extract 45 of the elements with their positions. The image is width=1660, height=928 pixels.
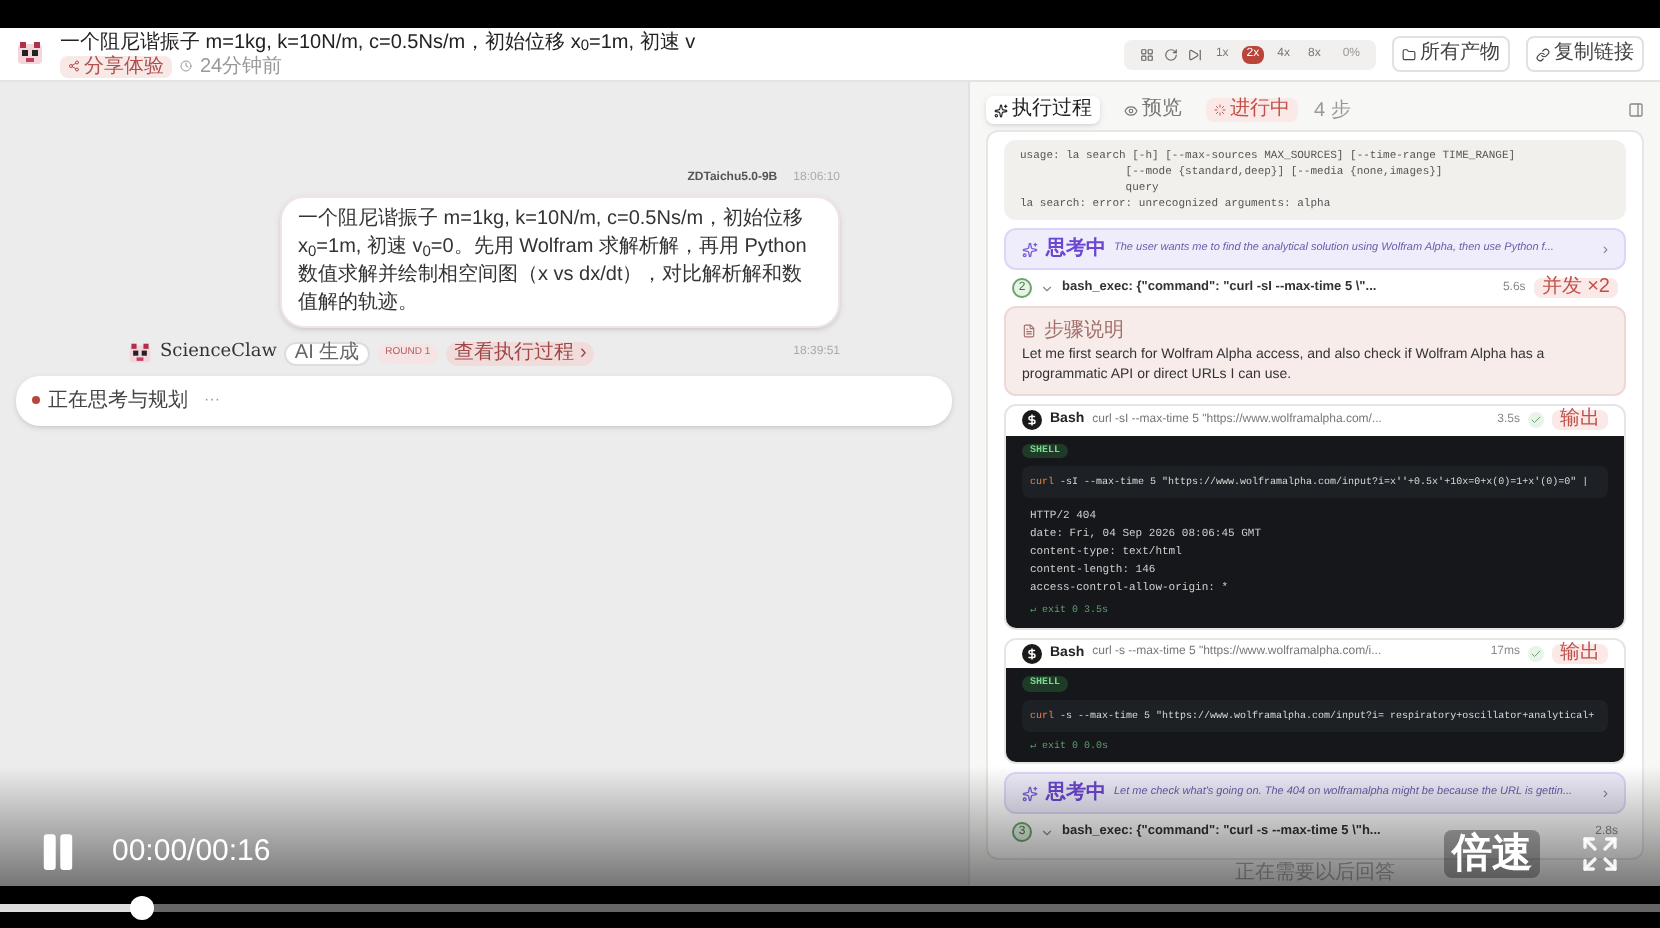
replay-icon[interactable]	[1163, 47, 1178, 61]
note-title: 步骤说明	[1044, 317, 1124, 346]
panel-tab[interactable]: 预览	[1116, 96, 1190, 124]
collapse-chevron-icon[interactable]	[1040, 281, 1054, 295]
sparkle-icon	[1022, 785, 1038, 801]
thinking-label: 思考中	[1046, 779, 1106, 808]
concurrency-badge: 并发 ×2	[1533, 278, 1618, 298]
ai-tag: AI 生成	[284, 341, 370, 366]
updated-time: 24分钟前	[200, 55, 283, 77]
dollar-icon	[1022, 643, 1042, 664]
progress-thumb[interactable]	[129, 895, 154, 919]
thinking-label: 思考中	[1046, 235, 1106, 264]
panel-tab[interactable]: 执行过程	[986, 96, 1100, 124]
running-badge: 进行中	[1206, 98, 1298, 122]
output-tag[interactable]: 输出	[1552, 410, 1608, 431]
copy-link-button[interactable]: 复制链接	[1526, 36, 1644, 72]
sidebar-toggle-icon[interactable]	[1628, 102, 1644, 118]
step-count: 4 步	[1314, 97, 1351, 125]
folder-icon	[1402, 47, 1416, 61]
dollar-icon	[1022, 410, 1042, 431]
user-message: 一个阻尼谐振子 m=1kg, k=10N/m, c=0.5Ns/m，初始位移 x$_{0}$=1m, 初速 v$_{0}$=0。先用 Wolfram 求解析解，再用 Python 数值求解并绘制相空间图（x vs dx/dt），对比解析解和数值解的轨迹。	[280, 196, 840, 328]
output-tag[interactable]: 输出	[1552, 643, 1608, 664]
assistant-name: ScienceClaw	[160, 340, 277, 366]
collapse-chevron-icon[interactable]	[1040, 825, 1054, 839]
expand-arrow: ›	[1602, 781, 1608, 805]
grid-icon[interactable]	[1139, 47, 1154, 61]
fullscreen-icon[interactable]	[1580, 834, 1620, 874]
sparkle-icon	[1022, 241, 1038, 257]
typing-dots: ···	[204, 388, 220, 412]
mascot-logo-icon	[128, 341, 152, 366]
note-icon	[1022, 324, 1036, 338]
view-process-button[interactable]: 查看执行过程 ›	[446, 341, 595, 366]
artifacts-button[interactable]: 所有产物	[1392, 36, 1510, 72]
mascot-logo-icon	[16, 40, 44, 68]
share-badge[interactable]: 分享体验	[60, 55, 172, 77]
link-icon	[1536, 47, 1550, 61]
playback-time: 00:00/00:16	[112, 831, 271, 871]
skip-icon[interactable]	[1187, 47, 1202, 61]
clock-icon	[180, 60, 192, 72]
status-text: 正在思考与规划	[48, 387, 188, 415]
eye-icon	[1124, 103, 1138, 117]
speed-button[interactable]: 倍速	[1444, 830, 1540, 878]
conversation-title: 一个阻尼谐振子 m=1kg, k=10N/m, c=0.5Ns/m，初始位移 x$_{0}$=1m, 初速 v	[60, 31, 698, 55]
expand-arrow: ›	[1602, 237, 1608, 261]
sparkle-icon	[994, 103, 1008, 117]
